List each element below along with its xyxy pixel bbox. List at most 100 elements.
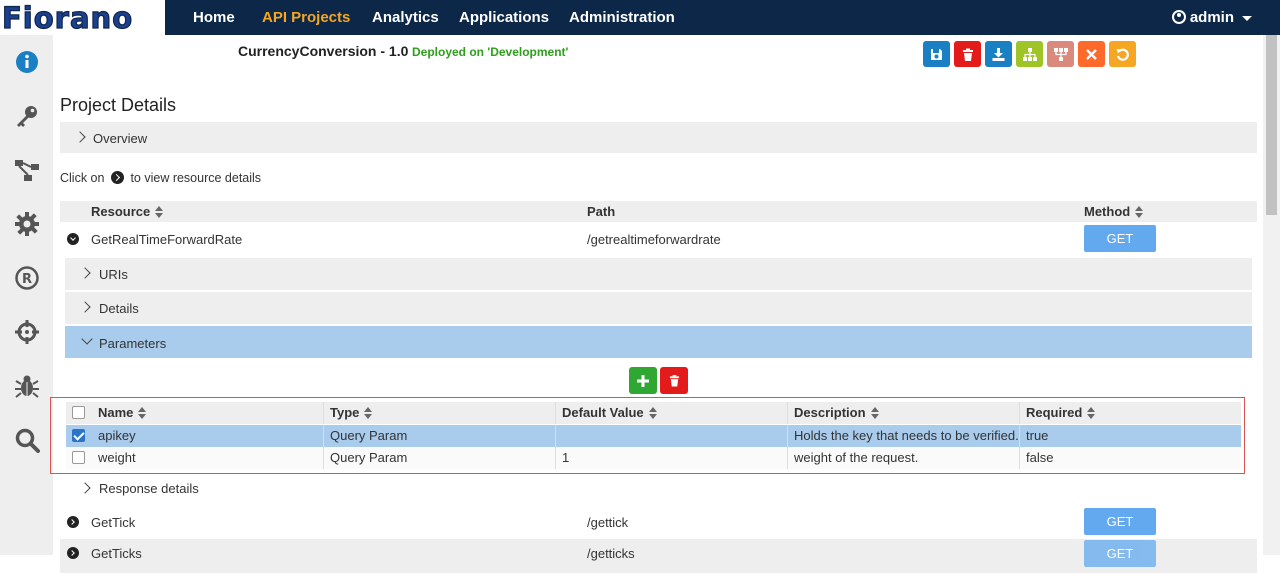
details-label: Details xyxy=(99,301,139,316)
expand-circle-icon[interactable] xyxy=(67,547,79,559)
delete-parameter-button[interactable] xyxy=(660,367,688,394)
user-menu[interactable]: admin xyxy=(1171,0,1252,35)
uris-label: URIs xyxy=(99,267,128,282)
chevron-down-icon xyxy=(81,333,93,345)
resource-column-header[interactable]: Resource xyxy=(91,204,164,219)
add-parameter-button[interactable] xyxy=(629,367,657,394)
collapse-circle-icon[interactable] xyxy=(67,233,79,245)
sort-icon[interactable] xyxy=(1087,407,1096,420)
hierarchy-alt-button[interactable] xyxy=(1047,41,1074,67)
hint-suffix: to view resource details xyxy=(130,171,262,185)
sidebar-key[interactable] xyxy=(0,89,53,143)
path-column-header: Path xyxy=(587,204,616,219)
parameters-header-row: Name Type Default Value Description Requ… xyxy=(66,402,1241,424)
required-column-header[interactable]: Required xyxy=(1019,402,1096,424)
close-icon xyxy=(1086,48,1097,60)
sidebar-info[interactable] xyxy=(0,35,53,89)
method-get-button[interactable]: GET xyxy=(1084,540,1156,567)
sort-icon[interactable] xyxy=(648,407,658,420)
sidebar-target[interactable] xyxy=(0,305,53,359)
chevron-right-icon xyxy=(79,267,91,279)
nav-analytics[interactable]: Analytics xyxy=(372,0,439,35)
type-header-label: Type xyxy=(330,405,360,420)
row-checkbox[interactable] xyxy=(72,451,85,464)
method-get-button[interactable]: GET xyxy=(1084,225,1156,252)
resource-path: /getticks xyxy=(587,546,635,561)
details-panel[interactable]: Details xyxy=(65,292,1252,324)
save-button[interactable] xyxy=(923,41,950,67)
required-header-label: Required xyxy=(1026,405,1083,420)
nav-applications[interactable]: Applications xyxy=(459,0,549,35)
sort-icon[interactable] xyxy=(1135,206,1144,219)
chevron-down-icon xyxy=(1242,15,1252,21)
nav-api-projects[interactable]: API Projects xyxy=(262,0,350,35)
response-details-label: Response details xyxy=(99,481,199,496)
resource-path: /gettick xyxy=(587,515,629,530)
parameters-panel[interactable]: Parameters xyxy=(65,326,1252,358)
user-name: admin xyxy=(1189,9,1234,26)
sidebar-registered[interactable]: R xyxy=(0,251,53,305)
param-required: false xyxy=(1019,447,1053,469)
expand-circle-icon[interactable] xyxy=(67,516,79,528)
overview-panel[interactable]: Overview xyxy=(60,122,1257,153)
overview-label: Overview xyxy=(93,131,148,146)
uris-panel[interactable]: URIs xyxy=(65,258,1252,290)
description-header-label: Description xyxy=(794,405,866,420)
download-icon xyxy=(992,47,1005,61)
close-button[interactable] xyxy=(1078,41,1105,67)
name-header-label: Name xyxy=(98,405,134,420)
method-get-button[interactable]: GET xyxy=(1084,508,1156,535)
resource-row[interactable]: GetTick /gettick GET xyxy=(60,505,1257,539)
nav-administration[interactable]: Administration xyxy=(569,0,675,35)
hint-prefix: Click on xyxy=(60,171,105,185)
save-icon xyxy=(931,48,942,60)
row-checkbox[interactable] xyxy=(72,429,85,442)
table-row[interactable]: weight Query Param 1 weight of the reque… xyxy=(66,447,1241,469)
sort-icon[interactable] xyxy=(364,407,373,420)
crosshair-icon xyxy=(14,320,39,344)
delete-button[interactable] xyxy=(954,41,981,67)
plus-icon xyxy=(637,374,649,387)
sort-icon[interactable] xyxy=(138,407,147,420)
sidebar-settings[interactable] xyxy=(0,197,53,251)
default-header-label: Default Value xyxy=(562,405,644,420)
scrollbar-thumb[interactable] xyxy=(1266,35,1277,215)
trash-icon xyxy=(962,48,973,61)
select-all-checkbox[interactable] xyxy=(72,406,85,419)
param-default xyxy=(555,425,787,447)
sidebar-search[interactable] xyxy=(0,413,53,467)
info-icon xyxy=(15,51,38,73)
param-required: true xyxy=(1019,425,1048,447)
table-row[interactable]: apikey Query Param Holds the key that ne… xyxy=(66,425,1241,447)
description-column-header[interactable]: Description xyxy=(787,402,880,424)
undo-button[interactable] xyxy=(1109,41,1136,67)
method-column-header[interactable]: Method xyxy=(1084,204,1144,219)
hierarchy-button[interactable] xyxy=(1016,41,1043,67)
hierarchy-icon xyxy=(1022,47,1037,61)
bug-icon xyxy=(14,375,39,398)
response-details-panel[interactable]: Response details xyxy=(65,475,1252,503)
fiorano-logo[interactable]: Fiorano xyxy=(1,0,133,35)
param-type: Query Param xyxy=(323,447,407,469)
chevron-right-icon xyxy=(79,301,91,313)
page-scrollbar[interactable] xyxy=(1263,35,1280,555)
resource-row[interactable]: GetRealTimeForwardRate /getrealtimeforwa… xyxy=(60,222,1257,256)
param-default: 1 xyxy=(555,447,569,469)
user-circle-icon xyxy=(1171,10,1186,24)
sort-icon[interactable] xyxy=(155,206,164,219)
expand-circle-icon xyxy=(110,171,124,184)
nav-home[interactable]: Home xyxy=(193,0,235,35)
resource-row[interactable]: GetTicks /getticks GET xyxy=(60,539,1257,573)
type-column-header[interactable]: Type xyxy=(323,402,373,424)
sidebar-flow[interactable] xyxy=(0,143,53,197)
logo-container[interactable]: Fiorano xyxy=(0,0,165,36)
download-button[interactable] xyxy=(985,41,1012,67)
name-column-header[interactable]: Name xyxy=(92,402,147,424)
parameters-label: Parameters xyxy=(99,336,167,351)
default-column-header[interactable]: Default Value xyxy=(555,402,658,424)
sort-icon[interactable] xyxy=(870,407,880,420)
resource-name: GetTicks xyxy=(91,546,142,561)
sidebar-debug[interactable] xyxy=(0,359,53,413)
page-title: Project Details xyxy=(60,95,177,115)
undo-icon xyxy=(1116,48,1129,61)
